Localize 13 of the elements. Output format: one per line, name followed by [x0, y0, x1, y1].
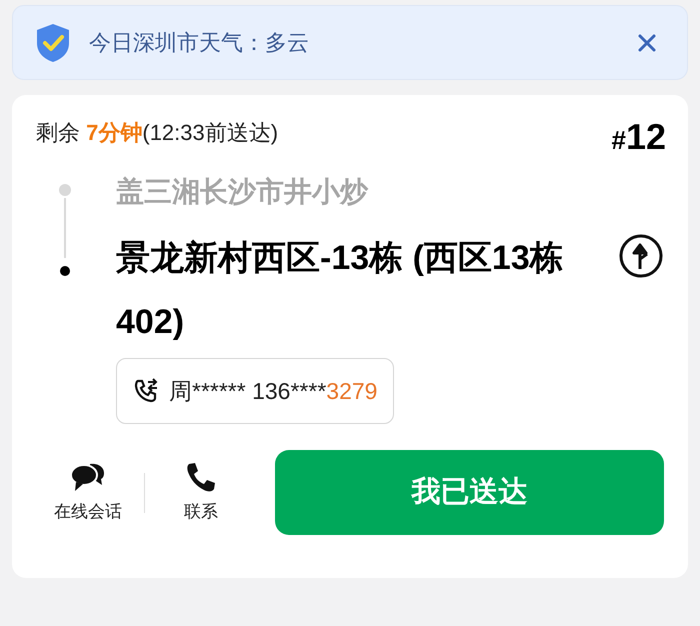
navigation-icon[interactable]	[618, 233, 664, 279]
delivery-deadline: 剩余 7分钟(12:33前送达)	[36, 119, 278, 147]
close-icon[interactable]	[637, 32, 657, 52]
weather-message: 今日深圳市天气：多云	[89, 29, 310, 57]
store-name: 盖三湘长沙市井小炒	[116, 175, 368, 209]
phone-transfer-icon	[133, 378, 159, 404]
order-number: #12	[611, 117, 666, 159]
delivery-address: 景龙新村西区-13栋 (西区13栋402)	[116, 238, 565, 343]
contact-phone-button[interactable]: 周****** 136****3279	[116, 358, 394, 424]
call-button[interactable]: 联系	[149, 460, 253, 524]
shield-check-icon	[35, 22, 71, 62]
chat-button[interactable]: 在线会话	[36, 460, 140, 524]
phone-icon	[185, 460, 217, 493]
